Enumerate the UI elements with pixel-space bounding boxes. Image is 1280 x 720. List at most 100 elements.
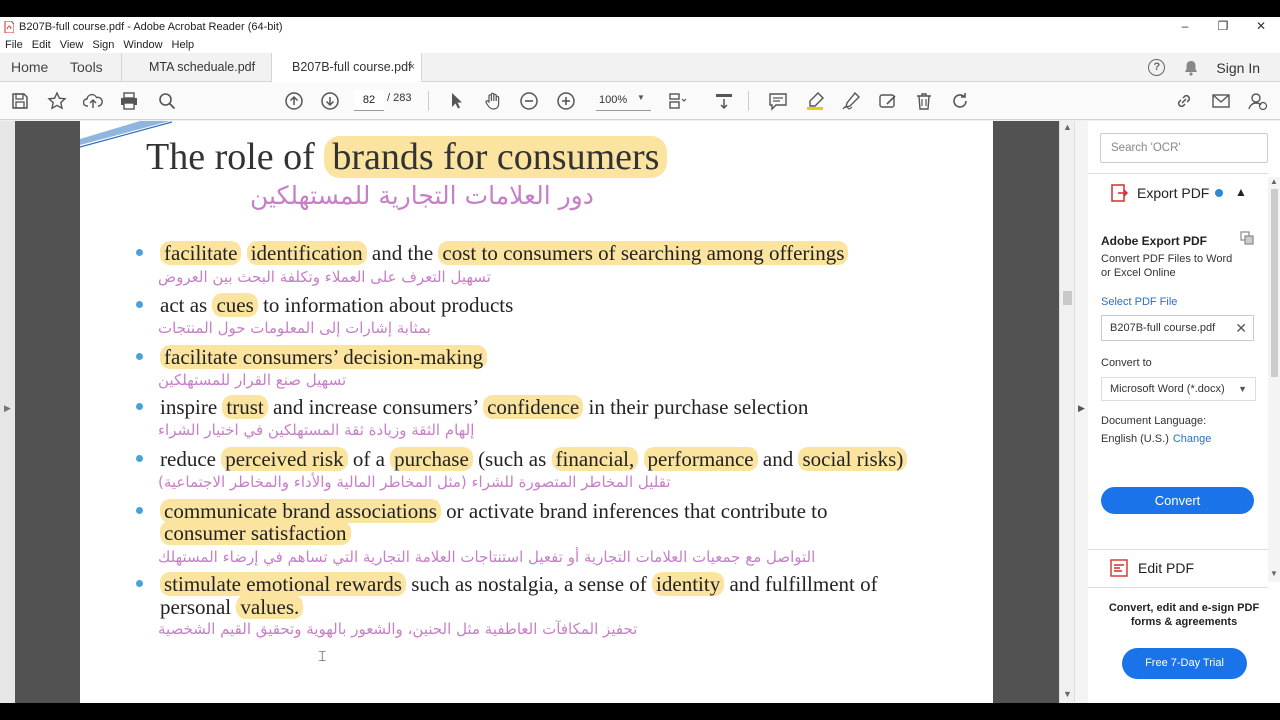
bullet-text-english: reduce perceived risk of a purchase (suc… [160,447,908,471]
star-icon[interactable] [47,91,67,111]
vertical-scrollbar[interactable]: ▲ ▼ [1059,121,1074,703]
highlight-icon[interactable] [805,91,825,111]
menu-bar: File Edit View Sign Window Help [0,36,1280,53]
sign-in-link[interactable]: Sign In [1216,60,1260,76]
bullet-text-english: facilitate consumers’ decision-making [160,345,488,369]
bullet-text-english: stimulate emotional rewards such as nost… [160,572,878,596]
bullet-text-arabic: تسهيل التعرف على العملاء وتكلفة البحث بي… [158,268,491,286]
doc-tab-mta-schedule[interactable]: MTA scheduale.pdf [122,53,272,81]
menu-edit[interactable]: Edit [32,39,51,51]
scrollbar-thumb[interactable] [1063,291,1072,305]
page-down-icon[interactable] [320,91,340,111]
left-panel-toggle[interactable]: ▶ [0,121,15,703]
copy-icon[interactable] [1240,231,1254,245]
scroll-up-icon[interactable]: ▲ [1063,122,1072,132]
minimize-button[interactable]: – [1166,17,1204,36]
select-pdf-file-link[interactable]: Select PDF File [1101,295,1177,309]
bullet-text-arabic: تقليل المخاطر المتصورة للشراء (مثل المخا… [158,473,671,491]
right-panel-toggle[interactable]: ▶ [1074,121,1088,703]
close-tab-icon[interactable]: × [409,61,415,73]
restore-button[interactable]: ❐ [1204,17,1242,36]
toolbar-divider [748,91,749,111]
sign-icon[interactable] [841,91,861,111]
zoom-in-icon[interactable] [556,91,576,111]
scroll-down-icon[interactable]: ▼ [1270,569,1278,578]
select-cursor-icon[interactable] [446,91,466,111]
zoom-out-icon[interactable] [519,91,539,111]
print-icon[interactable] [119,91,139,111]
content-area: ▶ The role of brands for consumers دور ا… [0,121,1280,703]
convert-button[interactable]: Convert [1101,487,1254,514]
edit-icon[interactable] [878,91,898,111]
edit-pdf-label: Edit PDF [1138,560,1195,576]
save-icon[interactable] [10,91,30,111]
collapse-export-icon[interactable]: ▲ [1235,185,1247,199]
export-pdf-header[interactable]: Export PDF [1109,183,1224,203]
toolbar: 82 / 283 100% ▼ [0,82,1280,120]
text-cursor-icon: ⌶ [318,648,327,664]
slide-subtitle-arabic: دور العلامات التجارية للمستهلكين [250,181,594,210]
menu-sign[interactable]: Sign [92,39,114,51]
change-language-link[interactable]: Change [1173,433,1212,445]
menu-window[interactable]: Window [123,39,162,51]
page-up-icon[interactable] [284,91,304,111]
delete-icon[interactable] [914,91,934,111]
letterbox-bottom [0,703,1280,720]
export-pdf-label: Export PDF [1137,185,1210,201]
bullet-icon [135,579,145,589]
menu-view[interactable]: View [60,39,84,51]
bullet-icon [135,300,145,310]
panel-scrollbar[interactable]: ▲ ▼ [1268,177,1280,582]
bullet-text-english: act as cues to information about product… [160,293,514,317]
scroll-up-icon[interactable]: ▲ [1270,177,1278,186]
tab-home[interactable]: Home [0,53,60,81]
page-number-input[interactable]: 82 [354,90,384,111]
scroll-down-icon[interactable]: ▼ [1063,689,1072,699]
search-tools-input[interactable]: Search 'OCR' [1100,133,1268,163]
search-icon[interactable] [157,91,177,111]
scroll-mode-icon[interactable] [714,91,734,111]
format-select[interactable]: Microsoft Word (*.docx) ▼ [1101,377,1256,401]
close-window-button[interactable]: ✕ [1242,17,1280,36]
collapse-right-icon[interactable]: ▶ [1078,403,1085,414]
page-display-icon[interactable] [668,91,688,111]
slide-title: The role of brands for consumers [146,135,668,179]
document-viewer[interactable]: The role of brands for consumers دور الع… [15,121,1059,703]
export-description: Convert PDF Files to Word or Excel Onlin… [1101,253,1233,279]
hand-icon[interactable] [483,91,503,111]
user-icon[interactable] [1248,91,1268,111]
bell-icon[interactable] [1183,60,1199,76]
promo-text: Convert, edit and e-sign PDF forms & agr… [1108,602,1260,628]
chevron-down-icon: ▼ [1238,384,1247,394]
scrollbar-thumb[interactable] [1271,189,1278,377]
tab-tools[interactable]: Tools [60,53,122,81]
window-title: B207B-full course.pdf - Adobe Acrobat Re… [19,20,283,33]
page-total: / 283 [387,92,412,104]
bullet-icon [135,248,145,258]
bullet-text-english: facilitate identification and the cost t… [160,241,849,265]
right-tools-panel: Search 'OCR' Export PDF ▲ Adobe Export P… [1088,121,1280,703]
bullet-text-english-continued: consumer satisfaction [160,521,351,545]
rotate-icon[interactable] [950,91,970,111]
mail-icon[interactable] [1211,91,1231,111]
free-trial-button[interactable]: Free 7-Day Trial [1122,648,1247,679]
comment-icon[interactable] [768,91,788,111]
edit-pdf-tool[interactable]: Edit PDF [1109,558,1194,578]
bullet-text-arabic: تحفيز المكافآت العاطفية مثل الحنين، والش… [158,620,638,638]
bullet-icon [135,352,145,362]
doc-tab-b207b[interactable]: B207B-full course.pdf × [272,53,422,82]
selected-file-field[interactable]: B207B-full course.pdf ✕ [1101,315,1254,341]
link-icon[interactable] [1174,91,1194,111]
pdf-page[interactable]: The role of brands for consumers دور الع… [80,121,993,703]
menu-file[interactable]: File [5,39,23,51]
zoom-dropdown-icon[interactable]: ▼ [637,93,645,102]
toolbar-divider [428,91,429,111]
document-language-label: Document Language: [1101,415,1207,427]
expand-left-icon[interactable]: ▶ [4,403,11,414]
remove-file-icon[interactable]: ✕ [1235,316,1247,340]
menu-help[interactable]: Help [172,39,195,51]
info-dot-icon [1215,189,1224,197]
help-icon[interactable]: ? [1148,59,1166,76]
upload-icon[interactable] [83,91,103,111]
bullet-text-arabic: إلهام الثقة وزيادة ثقة المستهلكين في اخت… [158,421,475,439]
